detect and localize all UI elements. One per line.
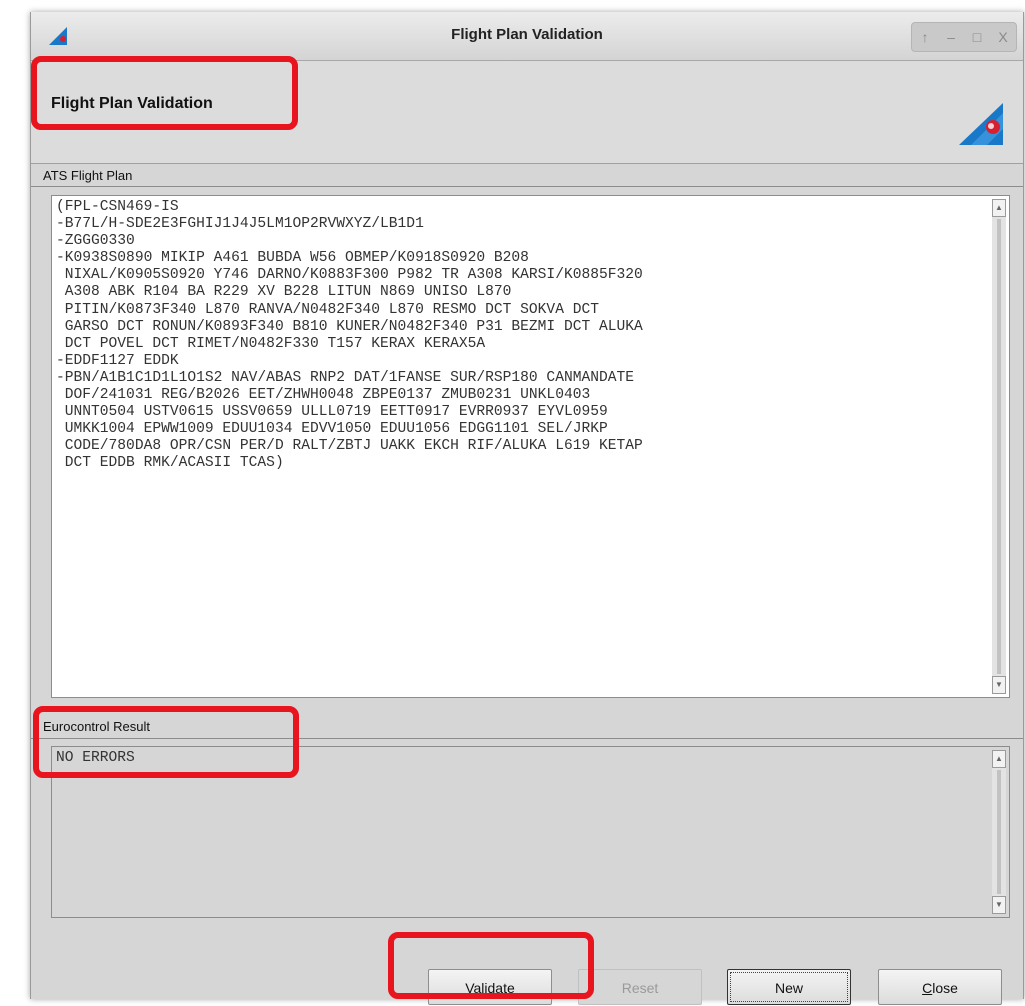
ats-flight-plan-text[interactable]: (FPL-CSN469-IS -B77L/H-SDE2E3FGHIJ1J4J5L… [56,199,985,473]
eurocontrol-result-textarea[interactable]: NO ERRORS ▲ ▼ [51,746,1010,918]
section-divider [31,738,1023,739]
scrollbar-track[interactable] [997,770,1001,894]
title-bar[interactable]: Flight Plan Validation ↑ – □ X [31,12,1023,61]
ats-flight-plan-textarea[interactable]: (FPL-CSN469-IS -B77L/H-SDE2E3FGHIJ1J4J5L… [51,195,1010,698]
ats-flight-plan-label: ATS Flight Plan [43,168,133,183]
section-divider [31,186,1023,187]
reset-button[interactable]: Reset [578,969,702,1005]
maximize-button[interactable]: □ [967,29,987,45]
close-mnemonic: C [922,980,933,996]
header-band: Flight Plan Validation [31,61,1023,164]
close-label-rest: lose [932,980,958,996]
close-window-button[interactable]: X [993,29,1013,45]
close-button[interactable]: Close [878,969,1002,1005]
airline-logo-icon [959,103,1003,145]
window-controls: ↑ – □ X [911,22,1017,52]
eurocontrol-result-text: NO ERRORS [56,750,135,766]
validate-button[interactable]: Validate [428,969,552,1005]
new-button[interactable]: New [727,969,851,1005]
scrollbar-track[interactable] [997,219,1001,674]
scroll-up-arrow-icon[interactable]: ▲ [992,750,1006,768]
page-title: Flight Plan Validation [51,95,213,112]
window-title: Flight Plan Validation [451,26,603,43]
flight-plan-validation-window: Flight Plan Validation ↑ – □ X Flight Pl… [30,12,1024,1005]
result-scrollbar[interactable]: ▲ ▼ [992,750,1006,914]
shade-button[interactable]: ↑ [915,29,935,45]
scroll-down-arrow-icon[interactable]: ▼ [992,896,1006,914]
minimize-button[interactable]: – [941,29,961,45]
ats-scrollbar[interactable]: ▲ ▼ [992,199,1006,694]
scroll-down-arrow-icon[interactable]: ▼ [992,676,1006,694]
scroll-up-arrow-icon[interactable]: ▲ [992,199,1006,217]
eurocontrol-result-label: Eurocontrol Result [43,719,150,734]
